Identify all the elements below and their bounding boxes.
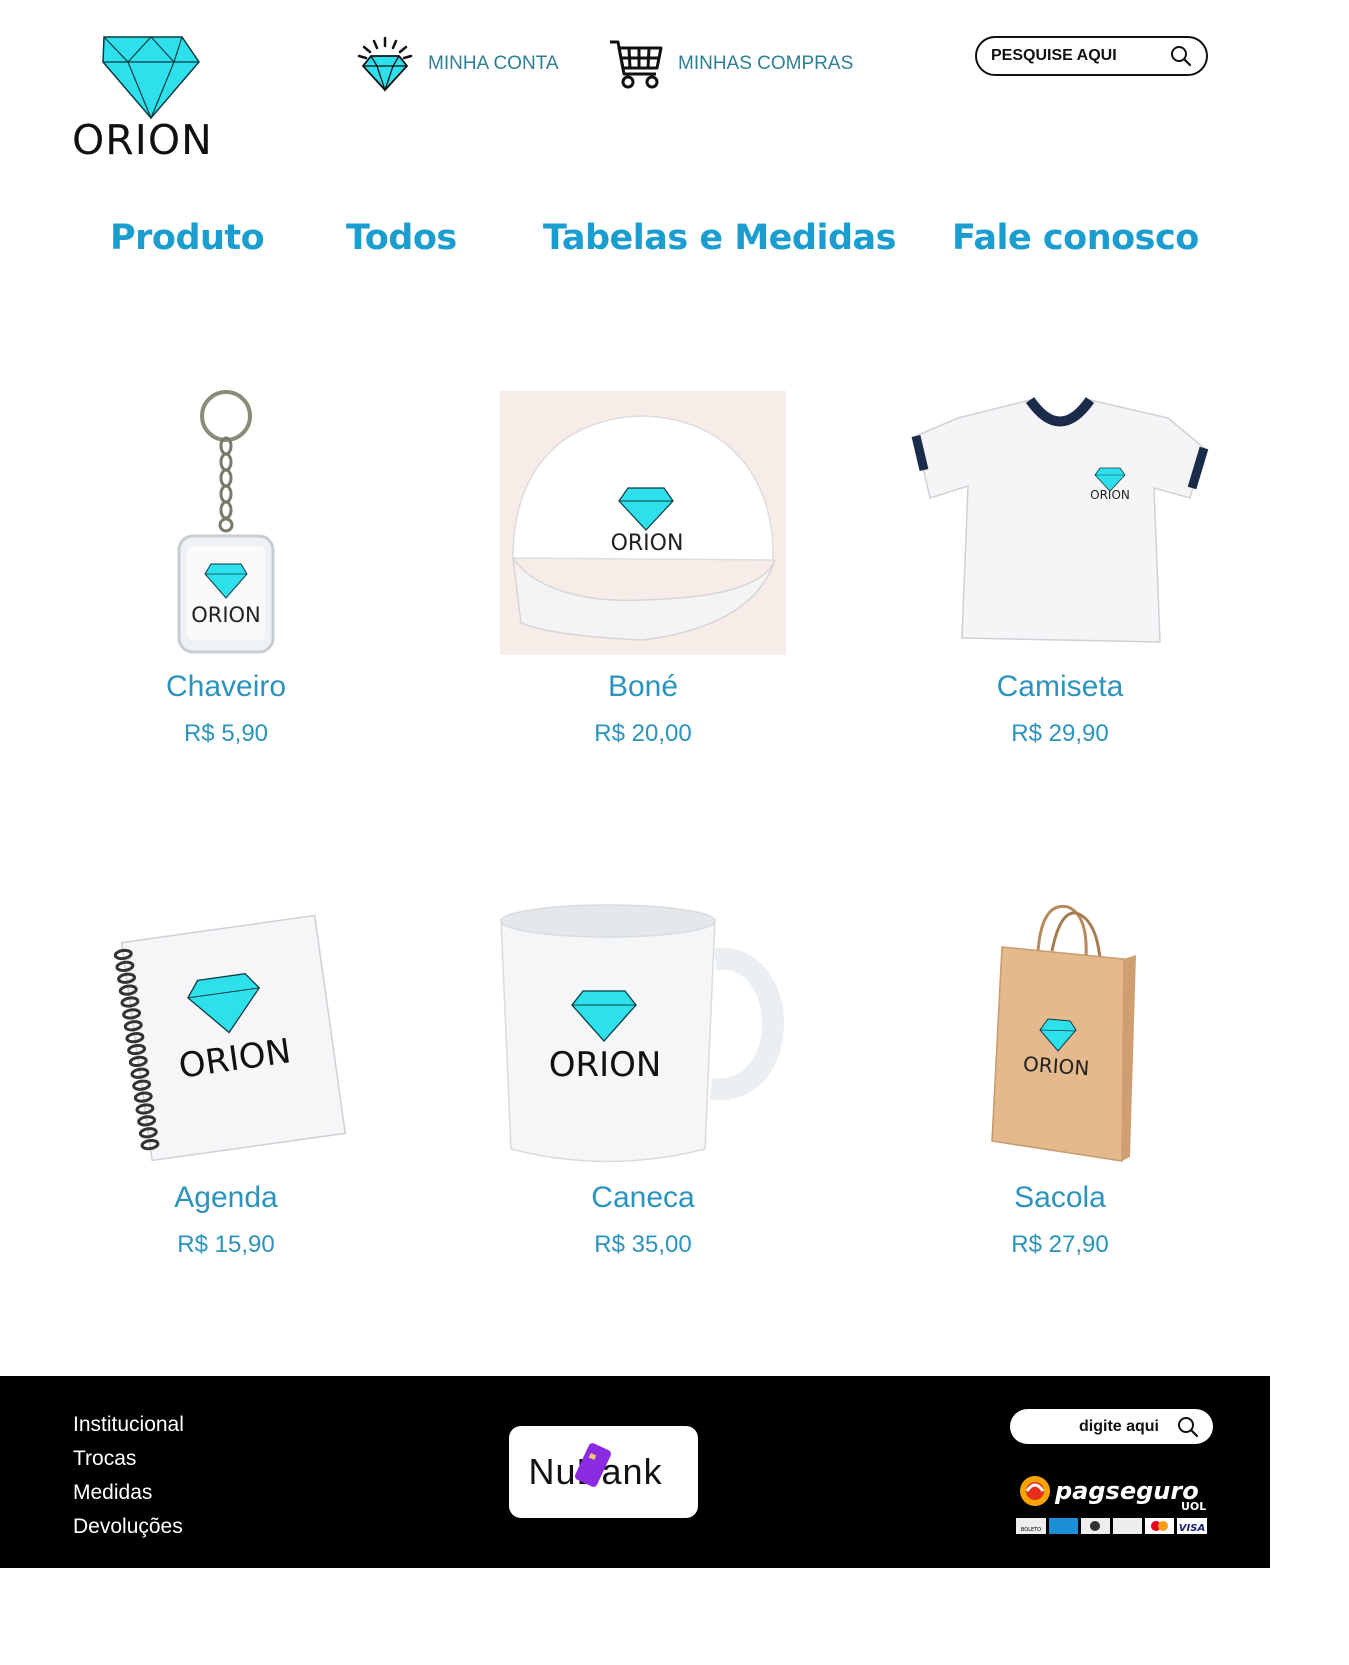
product-price: R$ 35,00 xyxy=(594,1231,692,1258)
nav-produto[interactable]: Produto xyxy=(110,218,265,258)
product-name[interactable]: Agenda xyxy=(76,1181,376,1221)
nubank-badge[interactable]: NuBank xyxy=(509,1426,698,1518)
product-name[interactable]: Boné xyxy=(493,670,793,710)
sparkling-diamond-icon xyxy=(357,36,413,92)
product-card[interactable]: ORION Camiseta R$ 29,90 xyxy=(910,388,1210,748)
nav-tabelas-medidas[interactable]: Tabelas e Medidas xyxy=(543,218,896,258)
product-card[interactable]: ORION Agenda R$ 15,90 xyxy=(76,899,376,1259)
nav-fale-conosco[interactable]: Fale conosco xyxy=(952,218,1199,258)
search-icon[interactable] xyxy=(1170,45,1192,67)
pagseguro-icon: pagseguro UOL BOLETO VISA xyxy=(1016,1476,1207,1534)
product-card[interactable]: ORION Caneca R$ 35,00 xyxy=(493,899,793,1259)
svg-text:ORION: ORION xyxy=(1022,1052,1090,1081)
my-purchases-link[interactable]: MINHAS COMPRAS xyxy=(608,38,853,90)
product-price: R$ 15,90 xyxy=(177,1231,275,1258)
my-purchases-label: MINHAS COMPRAS xyxy=(678,53,854,74)
nav-todos[interactable]: Todos xyxy=(346,218,457,258)
pagseguro-wordmark: pagseguro xyxy=(1054,1477,1199,1505)
product-price: R$ 5,90 xyxy=(183,720,269,747)
my-account-label: MINHA CONTA xyxy=(428,53,559,74)
product-image-mug[interactable]: ORION xyxy=(493,899,793,1169)
product-card[interactable]: ORION Chaveiro R$ 5,90 xyxy=(76,388,376,748)
product-image-keychain[interactable]: ORION xyxy=(76,388,376,658)
product-price: R$ 29,90 xyxy=(1011,720,1109,747)
product-name[interactable]: Caneca xyxy=(493,1181,793,1221)
footer-link-devolucoes[interactable]: Devoluções xyxy=(73,1510,184,1544)
product-card[interactable]: ORION Boné R$ 20,00 xyxy=(493,388,793,748)
payment-boleto: BOLETO xyxy=(1021,1527,1041,1533)
product-name[interactable]: Sacola xyxy=(910,1181,1210,1221)
product-name[interactable]: Camiseta xyxy=(910,670,1210,710)
footer-link-medidas[interactable]: Medidas xyxy=(73,1476,184,1510)
diamond-logo-icon xyxy=(102,36,200,120)
footer-search-box[interactable]: digite aqui xyxy=(1010,1409,1213,1444)
footer-search-label: digite aqui xyxy=(1079,1417,1159,1435)
svg-text:ORION: ORION xyxy=(191,603,261,627)
svg-text:ORION: ORION xyxy=(1090,488,1130,502)
search-icon[interactable] xyxy=(1177,1416,1199,1438)
payment-visa: VISA xyxy=(1179,1523,1205,1534)
my-account-link[interactable]: MINHA CONTA xyxy=(356,36,559,92)
product-name[interactable]: Chaveiro xyxy=(76,670,376,710)
header-search-label: PESQUISE AQUI xyxy=(991,47,1117,64)
header-search-box[interactable]: PESQUISE AQUI xyxy=(975,36,1208,76)
svg-text:ORION: ORION xyxy=(611,531,684,556)
product-price: R$ 20,00 xyxy=(594,720,692,747)
product-image-cap[interactable]: ORION xyxy=(493,388,793,658)
product-image-bag[interactable]: ORION xyxy=(910,899,1210,1169)
product-card[interactable]: ORION Sacola R$ 27,90 xyxy=(910,899,1210,1259)
product-image-planner[interactable]: ORION xyxy=(76,899,376,1169)
orion-logo[interactable]: ORION xyxy=(72,34,232,164)
footer-link-trocas[interactable]: Trocas xyxy=(73,1442,184,1476)
svg-text:ORION: ORION xyxy=(549,1045,662,1085)
pagseguro-sub: UOL xyxy=(1181,1500,1206,1513)
pagseguro-logo: pagseguro UOL BOLETO VISA xyxy=(1015,1473,1210,1535)
product-price: R$ 27,90 xyxy=(1011,1231,1109,1258)
shopping-cart-icon xyxy=(610,40,663,89)
footer-link-institucional[interactable]: Institucional xyxy=(73,1408,184,1442)
product-image-tshirt[interactable]: ORION xyxy=(910,388,1210,658)
logo-text: ORION xyxy=(72,116,213,164)
footer-links: Institucional Trocas Medidas Devoluções xyxy=(73,1408,184,1544)
card-icon xyxy=(574,1443,611,1487)
